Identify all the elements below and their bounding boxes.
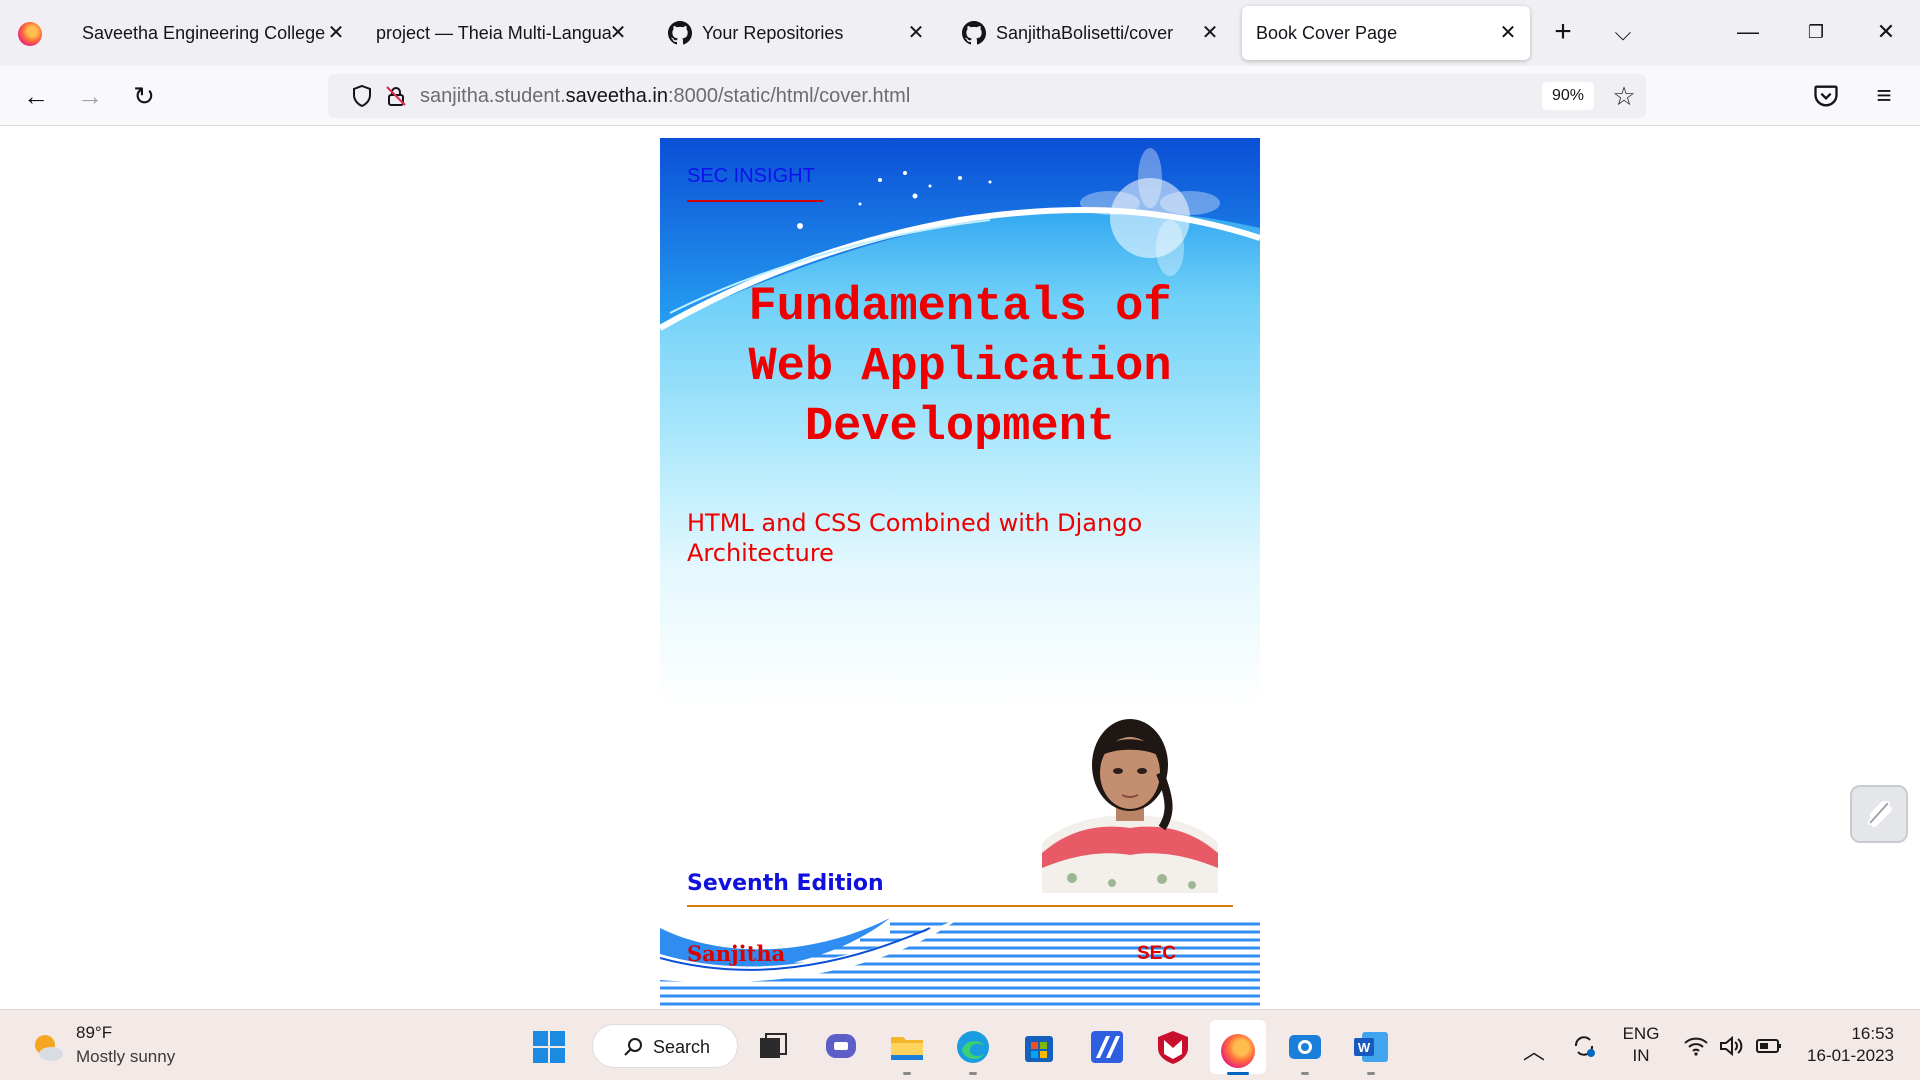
close-tab-icon[interactable]: ✕ xyxy=(904,21,928,45)
close-tab-icon[interactable]: ✕ xyxy=(1496,21,1520,45)
store-icon[interactable] xyxy=(1020,1028,1058,1066)
tab-saveetha[interactable]: Saveetha Engineering College ✕ xyxy=(68,6,358,60)
tab-label: SanjithaBolisetti/cover xyxy=(996,22,1174,43)
volume-icon[interactable] xyxy=(1718,1034,1744,1058)
url-prefix: sanjitha.student. xyxy=(420,85,566,107)
tab-strip: Saveetha Engineering College ✕ project —… xyxy=(0,0,1920,66)
navigation-toolbar: ← → ↻ sanjitha.student.saveetha.in:8000/… xyxy=(0,66,1920,126)
word-icon[interactable]: W xyxy=(1352,1028,1390,1066)
onedrive-sync-icon[interactable] xyxy=(1570,1032,1598,1060)
bookmark-star-icon[interactable]: ☆ xyxy=(1608,80,1640,112)
tab-github-cover[interactable]: SanjithaBolisetti/cover ✕ xyxy=(948,6,1232,60)
firefox-icon xyxy=(1221,1034,1255,1068)
running-indicator xyxy=(903,1072,911,1075)
close-window-button[interactable]: ✕ xyxy=(1866,14,1906,50)
github-icon xyxy=(962,21,986,45)
zoom-reset-button[interactable]: 90% xyxy=(1542,82,1594,110)
insecure-lock-icon[interactable] xyxy=(384,84,408,108)
book-subtitle: HTML and CSS Combined with Django Archit… xyxy=(687,508,1187,568)
search-icon xyxy=(624,1038,642,1056)
book-cover: SEC INSIGHT Fundamentals of Web Applicat… xyxy=(660,138,1260,1008)
tab-label: Saveetha Engineering College xyxy=(82,22,326,43)
url-path: :8000/static/html/cover.html xyxy=(667,85,911,107)
windows-start-icon[interactable] xyxy=(532,1030,566,1064)
search-label: Search xyxy=(653,1037,711,1057)
url-host: saveetha.in xyxy=(565,85,668,107)
forward-button[interactable]: → xyxy=(72,78,108,114)
tab-your-repositories[interactable]: Your Repositories ✕ xyxy=(654,6,938,60)
running-indicator xyxy=(969,1072,977,1075)
task-view-icon[interactable] xyxy=(754,1028,792,1066)
firefox-view-icon[interactable] xyxy=(18,22,42,46)
tab-label: Book Cover Page xyxy=(1256,22,1398,43)
mcafee-icon[interactable] xyxy=(1154,1028,1192,1066)
title-line: Web Application xyxy=(748,341,1172,394)
tracking-protection-shield-icon[interactable] xyxy=(350,84,374,108)
subtitle-line: Architecture xyxy=(687,539,834,567)
language-code: ENG xyxy=(1622,1024,1660,1043)
region-code: IN xyxy=(1632,1046,1650,1065)
battery-icon[interactable] xyxy=(1756,1036,1782,1056)
tab-label: Your Repositories xyxy=(702,22,844,43)
floating-app-widget-icon[interactable] xyxy=(1850,785,1908,843)
edition-label: Seventh Edition xyxy=(687,871,884,896)
windows-taskbar: 89°F Mostly sunny Search W ︿ ENG IN 16:5… xyxy=(0,1009,1920,1080)
weather-temperature[interactable]: 89°F xyxy=(76,1023,112,1043)
running-indicator xyxy=(1301,1072,1309,1075)
hamburger-menu-icon[interactable]: ≡ xyxy=(1868,80,1900,112)
pocket-icon[interactable] xyxy=(1812,82,1840,110)
system-clock[interactable]: 16:53 16-01-2023 xyxy=(1800,1023,1894,1067)
tab-label: project — Theia Multi-Langua xyxy=(376,22,612,43)
list-all-tabs-button[interactable]: ⌵ xyxy=(1608,18,1638,48)
minimize-button[interactable]: — xyxy=(1728,14,1768,50)
title-line: Fundamentals of xyxy=(748,281,1172,334)
running-indicator xyxy=(1367,1072,1375,1075)
address-bar[interactable]: sanjitha.student.saveetha.in:8000/static… xyxy=(328,74,1646,118)
book-title: Fundamentals of Web Application Developm… xyxy=(660,278,1260,458)
title-line: Development xyxy=(804,401,1116,454)
input-language-indicator[interactable]: ENG IN xyxy=(1618,1023,1664,1067)
file-explorer-icon[interactable] xyxy=(888,1028,926,1066)
page-viewport: SEC INSIGHT Fundamentals of Web Applicat… xyxy=(0,127,1920,1009)
app-icon[interactable] xyxy=(1088,1028,1126,1066)
new-tab-button[interactable]: + xyxy=(1548,17,1578,48)
teams-chat-icon[interactable] xyxy=(822,1028,860,1066)
restore-button[interactable]: ❐ xyxy=(1796,14,1836,50)
series-label: SEC INSIGHT xyxy=(687,165,815,187)
svg-text:W: W xyxy=(1358,1040,1371,1055)
close-tab-icon[interactable]: ✕ xyxy=(1198,21,1222,45)
weather-condition[interactable]: Mostly sunny xyxy=(76,1047,175,1067)
subtitle-line: HTML and CSS Combined with Django xyxy=(687,509,1143,537)
tab-theia-project[interactable]: project — Theia Multi-Langua ✕ xyxy=(362,6,640,60)
author-name: Sanjitha xyxy=(687,941,786,966)
url-text[interactable]: sanjitha.student.saveetha.in:8000/static… xyxy=(420,85,910,108)
tab-book-cover-page[interactable]: Book Cover Page ✕ xyxy=(1242,6,1530,60)
camera-icon[interactable] xyxy=(1286,1028,1324,1066)
series-underline xyxy=(687,200,823,202)
close-tab-icon[interactable]: ✕ xyxy=(606,21,630,45)
publisher-name: SEC xyxy=(1137,943,1177,964)
running-indicator xyxy=(1227,1072,1249,1075)
reload-button[interactable]: ↻ xyxy=(126,78,162,114)
wifi-icon[interactable] xyxy=(1683,1034,1709,1058)
show-hidden-icons-chevron-icon[interactable]: ︿ xyxy=(1522,1034,1546,1064)
clock-time: 16:53 xyxy=(1851,1024,1894,1043)
close-tab-icon[interactable]: ✕ xyxy=(324,21,348,45)
clock-date: 16-01-2023 xyxy=(1807,1046,1894,1065)
author-photo xyxy=(1042,703,1218,893)
edition-underline xyxy=(687,905,1233,907)
taskbar-search-box[interactable]: Search xyxy=(592,1024,738,1068)
partly-sunny-icon[interactable] xyxy=(30,1030,66,1066)
back-button[interactable]: ← xyxy=(18,78,54,114)
github-icon xyxy=(668,21,692,45)
edge-icon[interactable] xyxy=(954,1028,992,1066)
